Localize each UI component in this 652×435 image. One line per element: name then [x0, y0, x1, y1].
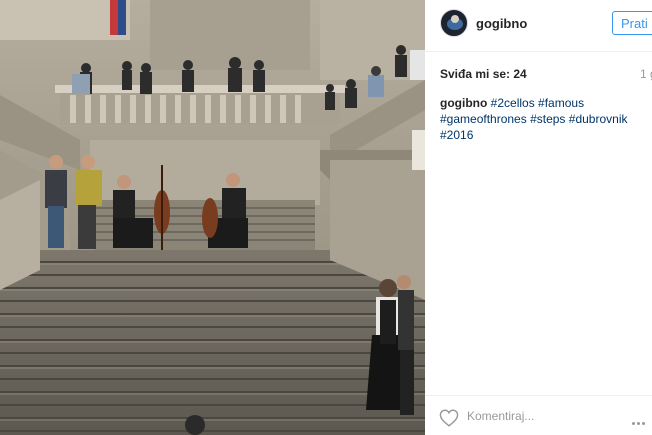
post-sidebar: gogibno Prati Sviđa mi se: 24 1 g gogibn… — [425, 0, 652, 435]
hashtag-link[interactable]: #gameofthrones — [440, 112, 527, 126]
hashtag-link[interactable]: #steps — [530, 112, 565, 126]
post-header: gogibno Prati — [425, 0, 652, 52]
profile-avatar[interactable] — [440, 9, 468, 37]
hashtag-link[interactable]: #2016 — [440, 128, 473, 142]
hashtag-link[interactable]: #famous — [538, 96, 584, 110]
comment-input[interactable] — [467, 405, 617, 427]
post-timestamp[interactable]: 1 g — [640, 67, 652, 81]
hashtag-link[interactable]: #dubrovnik — [569, 112, 628, 126]
more-options-icon[interactable] — [632, 412, 652, 425]
caption-author[interactable]: gogibno — [440, 96, 487, 110]
heart-icon[interactable] — [439, 409, 459, 427]
hashtag-link[interactable]: #2cellos — [491, 96, 535, 110]
post-caption: gogibno #2cellos #famous #gameofthrones … — [440, 95, 652, 143]
photo-image — [0, 0, 425, 435]
post-photo[interactable] — [0, 0, 425, 435]
comment-bar — [425, 395, 652, 435]
avatar-face — [451, 15, 459, 23]
likes-row: Sviđa mi se: 24 1 g — [440, 67, 652, 81]
username-link[interactable]: gogibno — [476, 16, 527, 31]
likes-count[interactable]: Sviđa mi se: 24 — [440, 67, 527, 81]
follow-button[interactable]: Prati — [612, 11, 652, 35]
